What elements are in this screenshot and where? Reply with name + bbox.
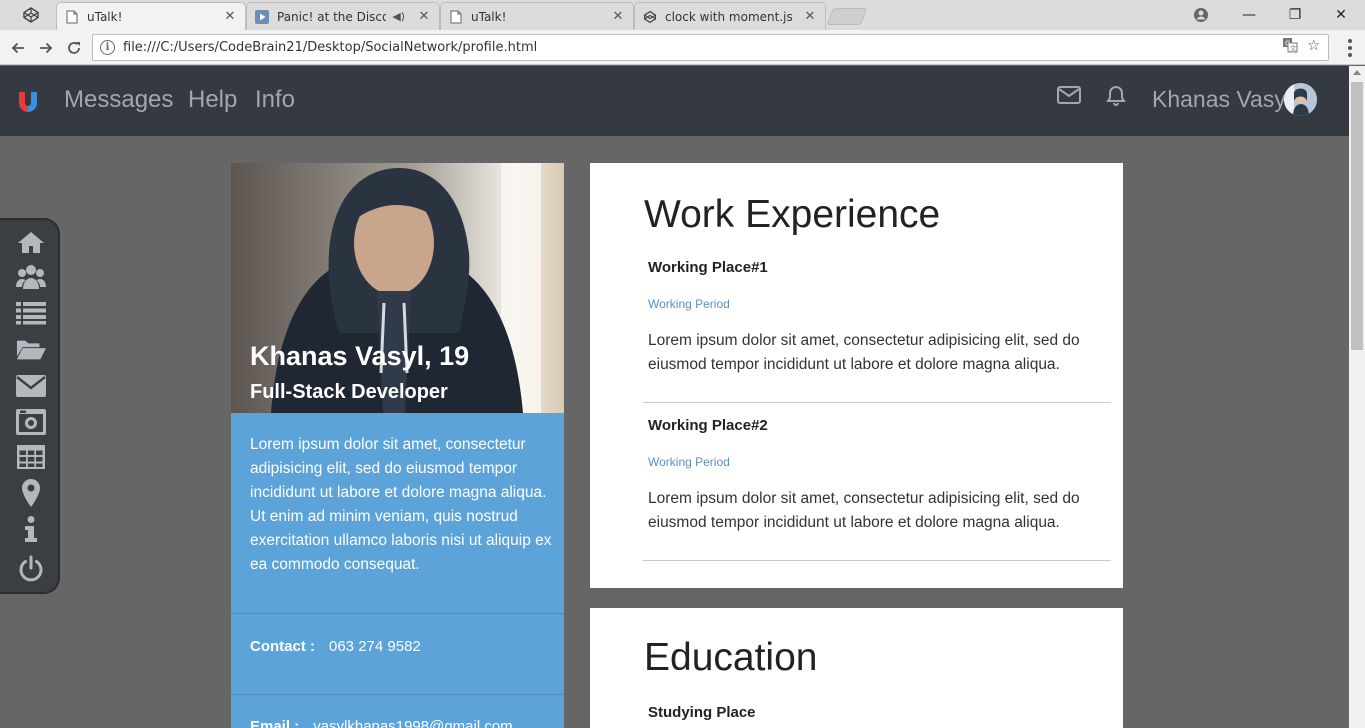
- education-panel: Education Studying Place: [590, 608, 1123, 728]
- panel-title: Work Experience: [644, 193, 941, 236]
- minimize-button[interactable]: —: [1226, 0, 1272, 30]
- back-arrow-icon[interactable]: [6, 36, 30, 60]
- nav-link-messages[interactable]: Messages: [64, 86, 173, 114]
- profile-role: Full-Stack Developer: [250, 381, 448, 403]
- email-label: Email :: [250, 718, 300, 728]
- browser-tabstrip: uTalk! ✕ Panic! at the Disco - H ◀) ✕ uT…: [0, 0, 1365, 30]
- top-navbar: Messages Help Info Khanas Vasyl: [0, 66, 1349, 136]
- user-name[interactable]: Khanas Vasyl: [1152, 86, 1291, 113]
- close-icon[interactable]: ✕: [223, 9, 237, 24]
- video-icon: [255, 9, 269, 24]
- info-icon[interactable]: i: [100, 40, 115, 55]
- home-icon[interactable]: [16, 228, 46, 256]
- envelope-icon[interactable]: [1056, 84, 1082, 110]
- address-bar[interactable]: i file:///C:/Users/CodeBrain21/Desktop/S…: [92, 34, 1329, 61]
- window-close-button[interactable]: ✕: [1318, 0, 1364, 30]
- entry-text: Lorem ipsum dolor sit amet, consectetur …: [648, 332, 1080, 373]
- forward-arrow-icon[interactable]: [34, 36, 58, 60]
- folder-open-icon[interactable]: [16, 335, 46, 363]
- scroll-up-arrow-icon[interactable]: [1353, 70, 1361, 75]
- entry-title: Working Place#2: [648, 417, 768, 434]
- profile-name: Khanas Vasyl, 19: [250, 341, 470, 371]
- codepen-icon: [643, 10, 657, 24]
- table-icon[interactable]: [16, 443, 46, 471]
- entry-title: Working Place#1: [648, 259, 768, 276]
- email-value[interactable]: vasylkhanas1998@gmail.com: [313, 718, 513, 728]
- browser-tab-clock[interactable]: clock with moment.js & j ✕: [634, 2, 826, 30]
- browser-toolbar: i file:///C:/Users/CodeBrain21/Desktop/S…: [0, 30, 1365, 65]
- page-viewport: Messages Help Info Khanas Vasyl Khanas V…: [0, 66, 1349, 728]
- profile-bio: Lorem ipsum dolor sit amet, consectetur …: [250, 436, 552, 573]
- close-icon[interactable]: ✕: [417, 9, 431, 24]
- browser-tab-utalk[interactable]: uTalk! ✕: [56, 2, 246, 30]
- page-icon: [449, 10, 463, 24]
- translate-icon[interactable]: G文: [1282, 37, 1298, 57]
- profile-photo: [231, 163, 564, 413]
- star-icon[interactable]: ☆: [1307, 36, 1320, 54]
- bell-icon[interactable]: [1104, 84, 1130, 110]
- power-icon[interactable]: [16, 555, 46, 583]
- entry-divider: [643, 560, 1111, 561]
- envelope-icon[interactable]: [16, 372, 46, 400]
- contact-label: Contact :: [250, 638, 315, 655]
- avatar[interactable]: [1284, 83, 1317, 116]
- contact-row: Contact : 063 274 9582: [250, 638, 421, 655]
- account-icon[interactable]: [1178, 0, 1224, 30]
- tab-title: clock with moment.js & j: [665, 9, 797, 24]
- info-icon[interactable]: [16, 515, 46, 543]
- page-scrollbar[interactable]: [1349, 66, 1365, 728]
- page-icon: [65, 10, 79, 24]
- list-icon[interactable]: [16, 299, 46, 327]
- panel-title: Education: [644, 636, 818, 679]
- entry-text: Lorem ipsum dolor sit amet, consectetur …: [648, 490, 1080, 531]
- utalk-logo-icon[interactable]: [16, 90, 40, 114]
- browser-tab-utalk-2[interactable]: uTalk! ✕: [440, 2, 634, 30]
- close-icon[interactable]: ✕: [803, 9, 817, 24]
- speaker-icon[interactable]: ◀): [392, 10, 405, 23]
- card-divider: [231, 613, 564, 614]
- svg-text:文: 文: [1290, 44, 1297, 53]
- entry-divider: [643, 402, 1111, 403]
- tab-title: Panic! at the Disco - H: [277, 9, 387, 24]
- tab-title: uTalk!: [471, 9, 507, 24]
- url-text: file:///C:/Users/CodeBrain21/Desktop/Soc…: [123, 40, 538, 55]
- restore-button[interactable]: ❐: [1272, 0, 1318, 30]
- nav-link-help[interactable]: Help: [188, 86, 237, 114]
- browser-tab-panic[interactable]: Panic! at the Disco - H ◀) ✕: [246, 2, 440, 30]
- browser-menu-icon[interactable]: [1342, 39, 1358, 57]
- email-row: Email : vasylkhanas1998@gmail.com: [250, 718, 513, 728]
- users-icon[interactable]: [16, 263, 46, 291]
- entry-title: Studying Place: [648, 704, 756, 721]
- new-tab-button[interactable]: [826, 8, 868, 25]
- nav-link-info[interactable]: Info: [255, 86, 295, 114]
- tab-title: uTalk!: [87, 9, 123, 24]
- profile-card: Khanas Vasyl, 19 Full-Stack Developer Lo…: [231, 163, 564, 728]
- codepen-icon[interactable]: [8, 0, 54, 30]
- contact-value[interactable]: 063 274 9582: [329, 638, 421, 655]
- reload-icon[interactable]: [62, 36, 86, 60]
- camera-icon[interactable]: [16, 408, 46, 436]
- close-icon[interactable]: ✕: [611, 9, 625, 24]
- scroll-thumb[interactable]: [1351, 82, 1363, 350]
- card-divider: [231, 694, 564, 695]
- side-menu: [0, 218, 60, 594]
- map-marker-icon[interactable]: [16, 479, 46, 507]
- entry-period: Working Period: [648, 297, 730, 311]
- entry-period: Working Period: [648, 455, 730, 469]
- work-experience-panel: Work Experience Working Place#1 Working …: [590, 163, 1123, 588]
